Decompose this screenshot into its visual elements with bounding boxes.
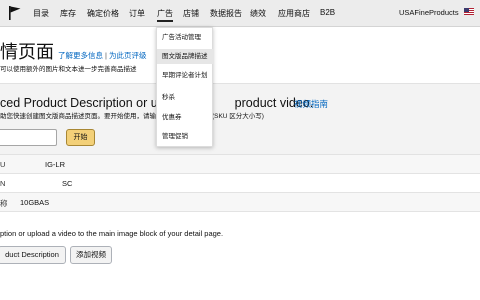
dropdown-item-campaign-manager[interactable]: 广告活动管理 xyxy=(157,30,214,45)
dropdown-item-early-reviewer[interactable]: 早期评论者计划 xyxy=(157,68,214,83)
flag-logo-icon[interactable] xyxy=(8,5,22,21)
table-row: 称 10GBAS xyxy=(0,193,480,212)
nav-item-advertising[interactable]: 广告 xyxy=(157,8,173,22)
row-value: SC xyxy=(62,179,73,188)
nav-item-performance[interactable]: 绩效 xyxy=(250,8,266,19)
page-subtitle: 可以使用额外的图片和文本进一步完善商品描述 xyxy=(0,66,137,73)
row-label: U xyxy=(0,160,6,169)
row-value: IG-LR xyxy=(45,160,66,169)
learn-more-link[interactable]: 了解更多信息 xyxy=(58,51,103,60)
sku-input[interactable] xyxy=(0,129,57,146)
bottom-description: ption or upload a video to the main imag… xyxy=(0,229,224,238)
panel-heading-text: ced Product Description or up xyxy=(0,96,165,110)
us-flag-icon[interactable] xyxy=(464,8,474,15)
row-label: N xyxy=(0,179,6,188)
panel-description: 助您快速创建图文版商品描述页面。要开始使用，请输入您商品的 SKU。 (SKU … xyxy=(0,113,264,120)
page-title: 情页面 xyxy=(0,42,54,62)
advertising-dropdown-menu: 广告活动管理 图文版品牌描述 早期评论者计划 秒杀 优惠券 管理促销 xyxy=(156,27,214,147)
dropdown-item-manage-promotions[interactable]: 管理促销 xyxy=(157,129,214,144)
nav-item-catalog[interactable]: 目录 xyxy=(33,8,49,19)
dropdown-item-coupons[interactable]: 优惠券 xyxy=(157,110,214,125)
dropdown-item-enhanced-brand-content[interactable]: 图文版品牌描述 xyxy=(157,49,214,64)
nav-item-stores[interactable]: 店铺 xyxy=(183,8,199,19)
product-description-button[interactable]: duct Description xyxy=(0,246,66,264)
product-info-table: U IG-LR N SC 称 10GBAS xyxy=(0,155,480,212)
sku-panel: ced Product Description or up product vid… xyxy=(0,83,480,155)
top-nav-bar: 目录 库存 确定价格 订单 广告 店铺 数据报告 绩效 应用商店 B2B USA… xyxy=(0,0,480,27)
nav-item-reports[interactable]: 数据报告 xyxy=(210,8,242,19)
nav-item-appstore[interactable]: 应用商店 xyxy=(278,8,310,19)
video-guide-link[interactable]: 视频指南 xyxy=(294,98,328,110)
dropdown-item-lightning-deals[interactable]: 秒杀 xyxy=(157,90,214,105)
nav-item-pricing[interactable]: 确定价格 xyxy=(87,8,119,19)
nav-item-b2b[interactable]: B2B xyxy=(320,8,335,17)
table-row: U IG-LR xyxy=(0,155,480,174)
title-links: 了解更多信息 | 为此页评级 xyxy=(58,50,146,61)
rate-page-link[interactable]: 为此页评级 xyxy=(109,51,147,60)
nav-item-orders[interactable]: 订单 xyxy=(129,8,145,19)
row-value: 10GBAS xyxy=(20,198,50,207)
row-label: 称 xyxy=(0,199,8,208)
nav-item-inventory[interactable]: 库存 xyxy=(60,8,76,19)
start-button[interactable]: 开始 xyxy=(66,129,95,146)
store-name[interactable]: USAFineProducts xyxy=(399,8,459,17)
add-video-button[interactable]: 添加视频 xyxy=(70,246,112,264)
table-row: N SC xyxy=(0,174,480,193)
